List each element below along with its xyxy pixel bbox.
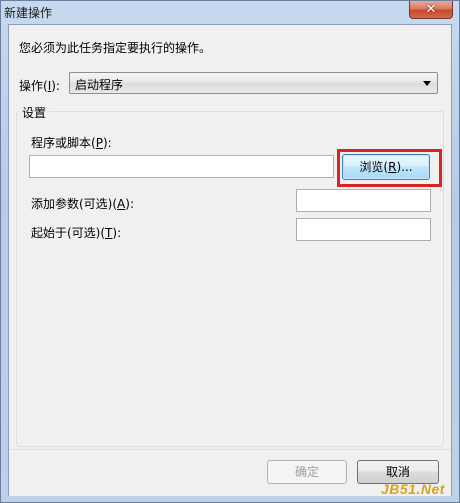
action-dropdown[interactable]: 启动程序 <box>69 72 438 94</box>
close-button[interactable]: ✕ <box>409 1 453 19</box>
start-in-label: 起始于(可选)(T): <box>31 226 122 240</box>
instruction-text: 您必须为此任务指定要执行的操作。 <box>19 41 212 55</box>
program-label: 程序或脚本(P): <box>31 136 112 150</box>
dialog-window: 新建操作 ✕ 您必须为此任务指定要执行的操作。 操作(I): 启动程序 设置 程… <box>0 0 460 503</box>
window-title: 新建操作 <box>4 6 53 20</box>
action-label: 操作(I): <box>19 79 60 93</box>
title-bar[interactable]: 新建操作 ✕ <box>1 1 459 23</box>
browse-button[interactable]: 浏览(R)... <box>342 154 430 180</box>
site-watermark: JB51.Net <box>381 481 445 497</box>
dialog-client-area: 您必须为此任务指定要执行的操作。 操作(I): 启动程序 设置 程序或脚本(P)… <box>8 24 452 496</box>
arguments-input[interactable] <box>296 189 431 212</box>
ok-button[interactable]: 确定 <box>267 460 347 484</box>
arguments-label: 添加参数(可选)(A): <box>31 197 134 211</box>
close-icon: ✕ <box>425 2 437 17</box>
start-in-input[interactable] <box>296 218 431 241</box>
program-input[interactable] <box>29 155 334 178</box>
chevron-down-icon <box>423 81 431 86</box>
action-dropdown-value: 启动程序 <box>75 78 124 92</box>
settings-group-legend: 设置 <box>19 104 50 121</box>
